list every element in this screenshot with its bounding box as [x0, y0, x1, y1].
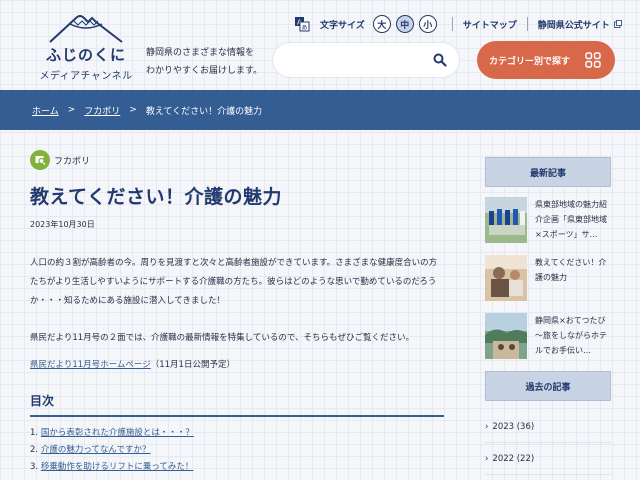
breadcrumb-section-link[interactable]: フカボリ	[84, 104, 120, 117]
sidebar: 最新記事 県東部地域の魅力紹介企画「県東部地域×スポーツ」サ… 教えてください！…	[485, 157, 611, 475]
font-size-label: 文字サイズ	[320, 20, 365, 31]
recent-post-item[interactable]: 県東部地域の魅力紹介企画「県東部地域×スポーツ」サ…	[485, 197, 611, 243]
category-search-button[interactable]: カテゴリー別で探す	[477, 41, 615, 79]
sitemap-link[interactable]: サイトマップ	[463, 18, 517, 31]
recent-post-title: 県東部地域の魅力紹介企画「県東部地域×スポーツ」サ…	[535, 200, 607, 239]
toc-item: 3. 移乗動作を助けるリフトに乗ってみた！	[30, 459, 444, 476]
page-title: 教えてください！介護の魅力	[30, 186, 282, 208]
site-tagline: 静岡県のさまざまな情報を わかりやすくお届けします。	[146, 44, 266, 80]
toc-item: 2. 介護の魅力ってなんですか？	[30, 442, 444, 459]
external-link-icon	[613, 20, 622, 28]
breadcrumb-separator: >	[67, 105, 76, 115]
article-paragraph: 県民だより11月号の２面では、介護職の最新情報を特集しているので、そちらもぜひご…	[30, 333, 415, 343]
breadcrumb-separator: >	[129, 105, 137, 115]
breadcrumb: ホーム > フカボリ > 教えてください！介護の魅力	[0, 90, 640, 130]
toc-number: 1.	[30, 428, 39, 438]
svg-text:あ: あ	[302, 25, 308, 32]
care-thumbnail	[485, 255, 527, 301]
search-icon[interactable]	[433, 53, 447, 67]
toc-number: 2.	[30, 445, 39, 455]
site-header: ふじのくに メディアチャンネル 静岡県のさまざまな情報を わかりやすくお届けしま…	[0, 0, 640, 90]
toc-number: 3.	[30, 462, 39, 472]
recent-post-item[interactable]: 教えてください！介護の魅力	[485, 255, 611, 301]
article-date: 2023年10月30日	[30, 220, 95, 229]
chevron-right-icon: ›	[485, 453, 489, 464]
hotel-thumbnail	[485, 313, 527, 359]
tagline-line: わかりやすくお届けします。	[146, 66, 263, 76]
toc-link[interactable]: 介護の魅力ってなんですか？	[41, 445, 151, 455]
grid-icon	[585, 52, 601, 68]
recent-post-item[interactable]: 静岡県×おてつたび ～旅をしながらホテルでお手伝い…	[485, 313, 611, 359]
newsletter-link[interactable]: 県民だより11月号ホームページ	[30, 360, 151, 370]
sports-thumbnail	[485, 197, 527, 243]
archive-label: 2022 (22)	[492, 453, 535, 464]
recent-posts-list: 県東部地域の魅力紹介企画「県東部地域×スポーツ」サ… 教えてください！介護の魅力	[485, 197, 611, 359]
archive-item[interactable]: › 2022 (22)	[485, 443, 611, 475]
article-category[interactable]: フカボリ	[30, 150, 444, 170]
breadcrumb-current: 教えてください！介護の魅力	[145, 106, 263, 117]
divider	[526, 17, 528, 31]
utility-bar: A あ 文字サイズ 大 中 小 サイトマップ 静岡県公式サイト	[294, 14, 622, 34]
breadcrumb-home-link[interactable]: ホーム	[32, 104, 59, 117]
logo-text-main: ふじのくに	[45, 46, 126, 64]
recent-post-title: 教えてください！介護の魅力	[535, 258, 607, 282]
logo-text-sub: メディアチャンネル	[39, 71, 133, 82]
translate-icon[interactable]: A あ	[294, 16, 310, 32]
font-size-small-button[interactable]: 小	[418, 15, 437, 33]
font-size-medium-button[interactable]: 中	[395, 15, 414, 33]
official-site-link[interactable]: 静岡県公式サイト	[538, 18, 610, 31]
magnifier-category-icon	[30, 150, 50, 170]
site-logo[interactable]: ふじのくに メディアチャンネル	[36, 10, 136, 82]
article: フカボリ 教えてください！介護の魅力 2023年10月30日 人口の約３割が高齢…	[30, 150, 444, 476]
toc-link[interactable]: 国から表彰された介護施設とは・・・？	[41, 428, 194, 438]
recent-post-title: 静岡県×おてつたび ～旅をしながらホテルでお手伝い…	[535, 316, 611, 355]
toc-link[interactable]: 移乗動作を助けるリフトに乗ってみた！	[41, 462, 194, 472]
archive-item[interactable]: › 2023 (36)	[485, 411, 611, 443]
mount-fuji-icon	[49, 15, 123, 43]
search-input[interactable]	[287, 43, 437, 77]
article-category-label: フカボリ	[54, 156, 91, 167]
table-of-contents: 1. 国から表彰された介護施設とは・・・？ 2. 介護の魅力ってなんですか？ 3…	[30, 425, 444, 476]
tagline-line: 静岡県のさまざまな情報を	[146, 48, 255, 58]
category-search-label: カテゴリー別で探す	[489, 56, 571, 67]
archive-label: 2023 (36)	[492, 421, 535, 432]
toc-item: 1. 国から表彰された介護施設とは・・・？	[30, 425, 444, 442]
chevron-right-icon: ›	[485, 421, 489, 432]
font-size-large-button[interactable]: 大	[372, 15, 391, 33]
article-paragraph: 人口の約３割が高齢者の今。周りを見渡すと次々と高齢者施設ができています。さまざま…	[30, 258, 438, 306]
recent-posts-heading: 最新記事	[485, 157, 611, 187]
search-box	[272, 42, 460, 78]
newsletter-line: 県民だより11月号ホームページ（11月1日公開予定）	[30, 358, 444, 370]
archive-list: › 2023 (36) › 2022 (22)	[485, 411, 611, 475]
newsletter-note: （11月1日公開予定）	[150, 360, 235, 370]
archive-heading: 過去の記事	[485, 371, 611, 401]
toc-heading: 目次	[30, 392, 444, 417]
divider	[451, 17, 453, 31]
